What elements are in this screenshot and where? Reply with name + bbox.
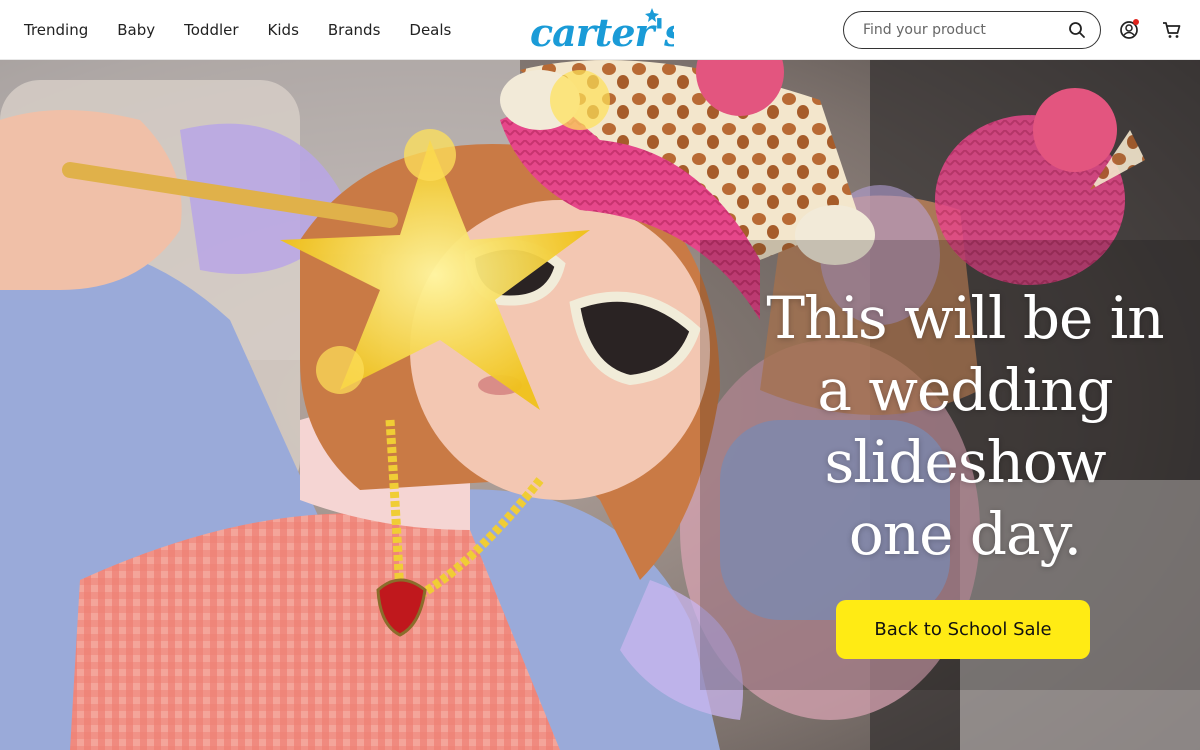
- hero-headline-line-2: a wedding: [817, 356, 1113, 424]
- nav-item-trending[interactable]: Trending: [24, 21, 88, 39]
- hero-headline-line-1: This will be in: [766, 284, 1164, 352]
- search-input[interactable]: [861, 21, 1055, 39]
- back-to-school-sale-button[interactable]: Back to School Sale: [836, 600, 1090, 659]
- cart-icon[interactable]: [1162, 20, 1182, 40]
- hero-headline: This will be in a wedding slideshow one …: [740, 282, 1190, 570]
- nav-item-toddler[interactable]: Toddler: [184, 21, 238, 39]
- nav-item-kids[interactable]: Kids: [268, 21, 299, 39]
- account-notification-badge: [1133, 19, 1139, 25]
- account-icon[interactable]: [1118, 19, 1140, 41]
- main-nav: Trending Baby Toddler Kids Brands Deals: [24, 0, 480, 60]
- search-box: [843, 11, 1101, 49]
- hero-headline-line-3: slideshow: [824, 428, 1107, 496]
- carters-logo[interactable]: carter's: [528, 6, 686, 55]
- hero-headline-line-4: one day.: [848, 500, 1082, 568]
- hero-banner[interactable]: This will be in a wedding slideshow one …: [0, 60, 1200, 750]
- nav-item-deals[interactable]: Deals: [409, 21, 451, 39]
- search-icon[interactable]: [1068, 21, 1086, 39]
- nav-item-baby[interactable]: Baby: [117, 21, 155, 39]
- top-navigation-bar: Trending Baby Toddler Kids Brands Deals …: [0, 0, 1200, 60]
- nav-item-brands[interactable]: Brands: [328, 21, 381, 39]
